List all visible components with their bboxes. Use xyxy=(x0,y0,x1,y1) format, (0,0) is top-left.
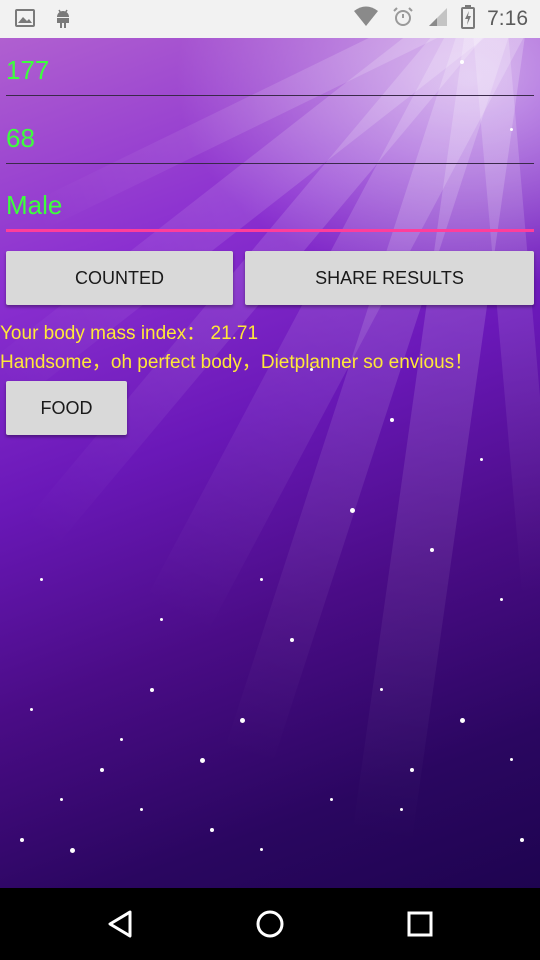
wifi-icon xyxy=(353,6,379,33)
bmi-comment-text: Handsome，oh perfect body，Dietplanner so … xyxy=(0,352,474,373)
recents-icon[interactable] xyxy=(400,906,440,942)
share-results-button[interactable]: SHARE RESULTS xyxy=(245,251,534,305)
status-bar: 7:16 xyxy=(0,0,540,38)
weight-input[interactable] xyxy=(6,114,534,164)
bmi-result-text: Your body mass index： 21.71 xyxy=(0,323,259,344)
status-right-icons: 7:16 xyxy=(353,0,528,38)
gender-input[interactable] xyxy=(6,182,534,232)
app-background xyxy=(0,38,540,888)
battery-icon xyxy=(461,4,476,34)
back-icon[interactable] xyxy=(100,906,140,942)
counted-button[interactable]: COUNTED xyxy=(6,251,233,305)
status-time: 7:16 xyxy=(487,7,528,30)
signal-icon xyxy=(427,6,449,33)
height-input[interactable] xyxy=(6,46,534,96)
home-icon[interactable] xyxy=(250,906,290,942)
alarm-icon xyxy=(391,6,415,33)
status-left-icons xyxy=(14,7,74,34)
food-button[interactable]: FOOD xyxy=(6,381,127,435)
navigation-bar xyxy=(0,888,540,960)
android-icon xyxy=(52,7,74,34)
image-icon xyxy=(14,7,36,34)
